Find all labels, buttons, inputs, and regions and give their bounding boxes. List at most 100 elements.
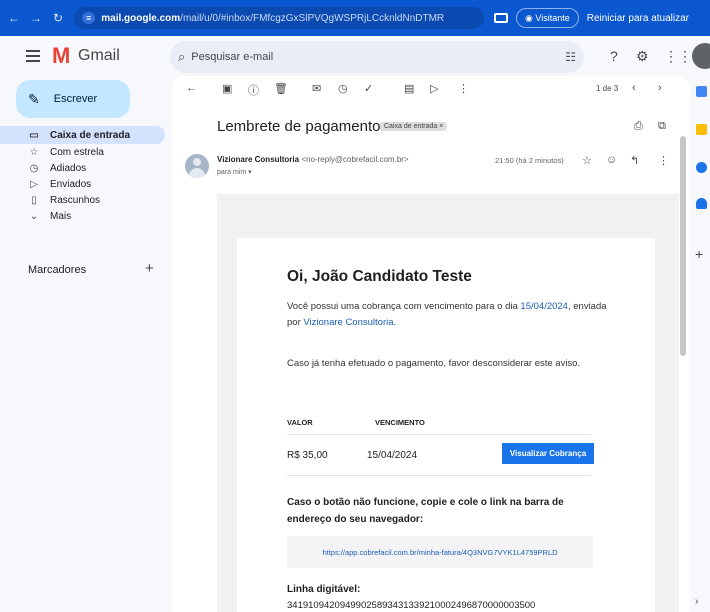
url-host: mail.google.com (101, 12, 181, 24)
report-spam-icon[interactable]: ⓘ (248, 82, 259, 98)
due-date-link[interactable]: 15/04/2024 (520, 301, 568, 312)
inbox-label-chip[interactable]: Caixa de entrada × (380, 122, 448, 131)
url-path: /mail/u/0/#inbox/FMfcgzGxSlPVQgWSPRjLCck… (180, 12, 445, 24)
sender-email: <no-reply@cobrefacil.com.br> (301, 155, 409, 164)
sidebar-item-label: Caixa de entrada (50, 129, 131, 141)
compose-label: Escrever (53, 93, 98, 105)
disregard-text: Caso já tenha efetuado o pagamento, favo… (287, 358, 581, 369)
sidebar-item-more[interactable]: ⌄ Mais (0, 208, 165, 224)
inbox-icon: ▭ (29, 129, 39, 141)
sidebar-item-drafts[interactable]: ▯ Rascunhos (0, 192, 165, 208)
older-icon[interactable]: › (658, 82, 662, 94)
chevron-down-icon: ⌄ (29, 210, 39, 222)
reply-icon[interactable]: ↰ (630, 154, 639, 167)
add-label-icon[interactable]: + (145, 260, 154, 277)
intro-text: Você possui uma cobrança com vencimento … (287, 299, 607, 331)
settings-icon[interactable]: ⚙ (636, 48, 649, 65)
tab-search-icon[interactable] (494, 13, 508, 23)
profile-chip[interactable]: ◉ Visitante (516, 8, 579, 28)
recipient-toggle[interactable]: para mim ▾ (217, 168, 252, 176)
intro-before-date: Você possui uma cobrança com vencimento … (287, 301, 521, 312)
show-side-panel-icon[interactable]: › (695, 596, 698, 607)
greeting: Oi, João Candidato Teste (287, 268, 472, 285)
newer-icon[interactable]: ‹ (632, 82, 636, 94)
amount-value: R$ 35,00 (287, 450, 328, 461)
sidebar-item-snoozed[interactable]: ◷ Adiados (0, 160, 165, 176)
gmail-app: M Gmail ⌕ ☷ ? ⚙ ⋮⋮ ✎ Escrever ▭ Caixa de… (0, 36, 710, 612)
value-column-header: VALOR (287, 418, 313, 427)
emoji-reaction-icon[interactable]: ☺ (606, 154, 617, 166)
more-options-icon[interactable]: ⋮ (458, 82, 469, 95)
search-input[interactable] (191, 51, 522, 63)
barcode-label: Linha digitável: (287, 584, 361, 595)
search-bar[interactable]: ⌕ ☷ (170, 41, 584, 73)
message-time: 21:50 (há 2 minutos) (495, 156, 564, 165)
move-to-icon[interactable]: ▤ (404, 82, 414, 95)
compose-button[interactable]: ✎ Escrever (16, 80, 130, 118)
visitor-label: Visitante (535, 13, 570, 23)
message-toolbar: ← ▣ ⓘ 🗑 ✉ ◷ ✓ ▤ ▷ ⋮ 1 de 3 ‹ › (172, 76, 690, 104)
sidebar-item-label: Com estrela (50, 146, 104, 158)
label-icon[interactable]: ▷ (430, 82, 438, 95)
reload-icon[interactable]: ↻ (50, 11, 66, 25)
contacts-icon[interactable] (696, 198, 707, 209)
apps-grid-icon[interactable]: ⋮⋮ (664, 48, 692, 65)
search-options-icon[interactable]: ☷ (565, 50, 576, 64)
labels-heading: Marcadores (28, 264, 87, 276)
pencil-icon: ✎ (28, 90, 40, 107)
sidebar-item-label: Enviados (50, 178, 92, 190)
star-icon[interactable]: ☆ (582, 154, 592, 167)
browser-toolbar: ← → ↻ ≡ mail.google.com/mail/u/0/#inbox/… (0, 0, 710, 36)
star-icon: ☆ (29, 146, 39, 158)
mark-unread-icon[interactable]: ✉ (312, 82, 321, 95)
sidebar-item-starred[interactable]: ☆ Com estrela (0, 144, 165, 160)
site-settings-icon[interactable]: ≡ (82, 12, 96, 24)
email-card: Oi, João Candidato Teste Você possui uma… (237, 238, 655, 612)
email-body: Oi, João Candidato Teste Você possui uma… (217, 194, 679, 612)
delete-icon[interactable]: 🗑 (274, 82, 288, 95)
sidebar-nav: ▭ Caixa de entrada ☆ Com estrela ◷ Adiad… (0, 126, 165, 224)
calendar-icon[interactable] (696, 86, 707, 97)
archive-icon[interactable]: ▣ (222, 82, 232, 95)
fallback-note: Caso o botão não funcione, copie e cole … (287, 497, 564, 525)
sender-name[interactable]: Vizionare Consultoria (217, 155, 299, 164)
sender-avatar (185, 154, 209, 178)
invoice-link[interactable]: https://app.cobrefacil.com.br/minha-fatu… (322, 548, 557, 557)
draft-icon: ▯ (31, 194, 37, 206)
table-divider (287, 434, 591, 435)
gmail-logo[interactable]: M Gmail (52, 43, 120, 68)
get-addons-icon[interactable]: + (695, 246, 703, 262)
message-scrollbar[interactable] (680, 136, 686, 356)
forward-icon[interactable]: → (28, 11, 44, 25)
company-link[interactable]: Vizionare Consultoria (303, 317, 393, 328)
sidebar-item-label: Mais (50, 210, 72, 222)
message-more-icon[interactable]: ⋮ (658, 154, 669, 167)
snooze-icon[interactable]: ◷ (338, 82, 348, 95)
add-task-icon[interactable]: ✓ (364, 82, 373, 95)
keep-icon[interactable] (696, 124, 707, 135)
invoice-link-box: https://app.cobrefacil.com.br/minha-fatu… (287, 536, 593, 568)
back-to-inbox-icon[interactable]: ← (186, 82, 197, 94)
back-icon[interactable]: ← (6, 11, 22, 25)
sender-line: Vizionare Consultoria <no-reply@cobrefac… (217, 155, 409, 164)
open-new-window-icon[interactable]: ⧉ (658, 120, 666, 133)
view-invoice-button[interactable]: Visualizar Cobrança (502, 443, 594, 464)
sidebar-item-label: Rascunhos (50, 194, 101, 206)
pagination-text: 1 de 3 (596, 84, 619, 93)
due-date-value: 15/04/2024 (367, 450, 418, 461)
help-icon[interactable]: ? (610, 48, 618, 64)
gmail-m-icon: M (52, 43, 71, 68)
sidebar-item-inbox[interactable]: ▭ Caixa de entrada (0, 126, 165, 144)
account-avatar[interactable] (692, 43, 710, 69)
email-subject: Lembrete de pagamento (217, 118, 381, 135)
tasks-icon[interactable] (696, 162, 707, 173)
restart-button[interactable]: Reiniciar para atualizar (587, 13, 689, 24)
search-icon[interactable]: ⌕ (178, 49, 185, 65)
barcode-value: 3419109420949902589343133921000249687000… (287, 600, 536, 611)
message-pane: ← ▣ ⓘ 🗑 ✉ ◷ ✓ ▤ ▷ ⋮ 1 de 3 ‹ › Lembrete … (172, 76, 690, 612)
address-bar[interactable]: ≡ mail.google.com/mail/u/0/#inbox/FMfcgz… (74, 7, 484, 29)
main-menu-icon[interactable] (26, 50, 40, 65)
print-icon[interactable]: ⎙ (634, 120, 643, 133)
sidebar-item-sent[interactable]: ▷ Enviados (0, 176, 165, 192)
due-column-header: VENCIMENTO (375, 418, 425, 427)
